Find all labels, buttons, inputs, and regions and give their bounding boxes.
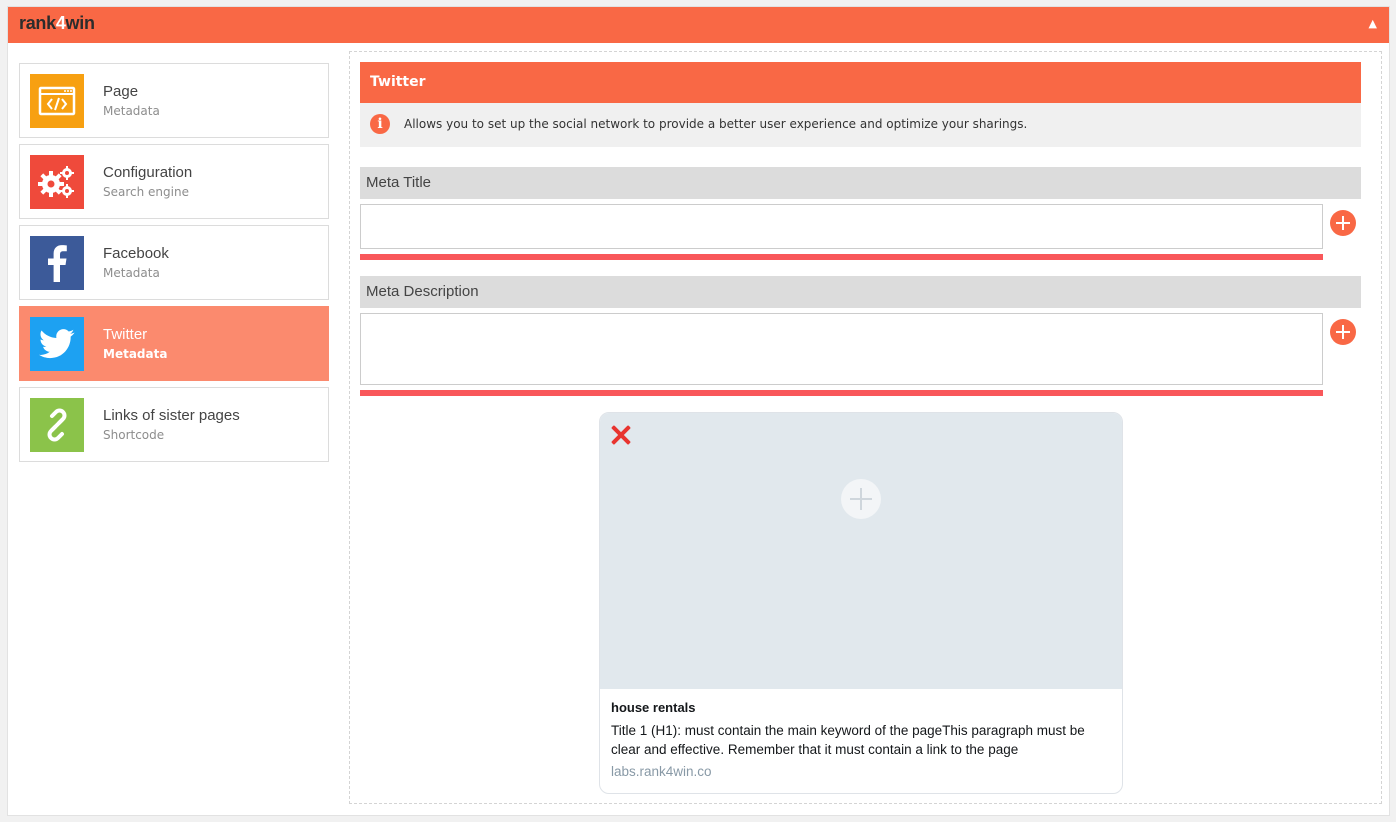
code-window-icon (30, 74, 84, 128)
facebook-icon (30, 236, 84, 290)
add-variable-button[interactable] (1330, 210, 1356, 236)
sidebar-item-title: Facebook (103, 245, 169, 262)
card-title: house rentals (611, 700, 696, 715)
main-content: Twitter i Allows you to set up the socia… (349, 51, 1382, 804)
meta-title-length-bar (360, 254, 1323, 260)
info-banner: i Allows you to set up the social networ… (360, 103, 1361, 147)
sidebar-item-subtitle: Metadata (103, 266, 160, 280)
brand-logo: rank4win (19, 13, 95, 33)
sidebar: Page Metadata Configuration Search engin… (19, 63, 329, 468)
twitter-card-preview: house rentals Title 1 (H1): must contain… (599, 412, 1123, 794)
plugin-header: rank4win ▲ (8, 7, 1389, 43)
card-description: Title 1 (H1): must contain the main keyw… (611, 723, 1085, 757)
meta-description-input[interactable] (360, 313, 1323, 385)
sidebar-item-facebook[interactable]: Facebook Metadata (19, 225, 329, 300)
gears-icon (30, 155, 84, 209)
sidebar-item-subtitle: Metadata (103, 104, 160, 118)
sidebar-item-page[interactable]: Page Metadata (19, 63, 329, 138)
sidebar-item-title: Configuration (103, 164, 193, 181)
sidebar-item-title: Page (103, 83, 139, 100)
info-icon: i (370, 114, 390, 134)
meta-title-input[interactable] (360, 204, 1323, 249)
link-icon (30, 398, 84, 452)
meta-description-label: Meta Description (360, 276, 1361, 308)
sidebar-item-subtitle: Metadata (103, 347, 168, 361)
sidebar-item-title: Twitter (103, 326, 148, 343)
twitter-bird-icon (30, 317, 84, 371)
sidebar-item-subtitle: Search engine (103, 185, 189, 199)
add-image-icon[interactable] (841, 479, 881, 519)
sidebar-item-configuration[interactable]: Configuration Search engine (19, 144, 329, 219)
info-text: Allows you to set up the social network … (404, 117, 1028, 131)
sidebar-item-twitter[interactable]: Twitter Metadata (19, 306, 329, 381)
close-icon[interactable] (610, 424, 632, 446)
card-image-placeholder[interactable] (600, 413, 1122, 689)
sidebar-item-title: Links of sister pages (103, 407, 240, 424)
sidebar-item-sister-links[interactable]: Links of sister pages Shortcode (19, 387, 329, 462)
sidebar-item-subtitle: Shortcode (103, 428, 165, 442)
plugin-panel: rank4win ▲ Page Metadata Configuration S… (7, 6, 1390, 816)
add-variable-button[interactable] (1330, 319, 1356, 345)
section-title: Twitter (360, 62, 1361, 103)
card-url: labs.rank4win.co (611, 764, 712, 779)
collapse-arrow-icon[interactable]: ▲ (1369, 17, 1377, 30)
meta-title-label: Meta Title (360, 167, 1361, 199)
meta-description-length-bar (360, 390, 1323, 396)
